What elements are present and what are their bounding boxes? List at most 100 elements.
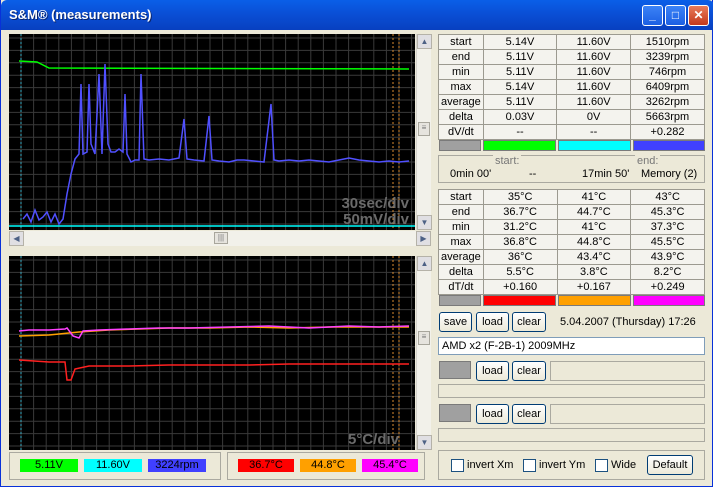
voltage-stats-table: start 5.14V 11.60V 1510rpm end 5.11V 11.60V 323…	[438, 34, 706, 140]
voltage-cell: 5.14V	[482, 34, 558, 50]
temperature-chart: 5°C/div	[9, 256, 415, 450]
options-panel: invert Xm invert Ym Wide Default	[438, 450, 705, 480]
scroll-down-icon[interactable]: ▼	[417, 435, 432, 450]
clear-button[interactable]: clear	[512, 312, 546, 332]
voltage-cell: 5.11V	[482, 49, 558, 65]
bottom-chart-vscroll[interactable]: ▲ ≡ ▼	[416, 256, 432, 450]
time-scale-label: 30sec/div	[341, 195, 409, 212]
temperature-cell: 36.8°C	[482, 234, 558, 250]
voltage-legend: 5.11V 11.60V 3224rpm	[9, 452, 221, 480]
legend-5v: 5.11V	[20, 459, 78, 472]
maximize-button[interactable]: □	[665, 5, 686, 26]
voltage-row-label: end	[438, 49, 484, 65]
voltage-cell: --	[482, 124, 558, 140]
end-label: end:	[635, 155, 661, 167]
scroll-right-icon[interactable]: ▶	[416, 231, 431, 246]
slot1-load-button[interactable]: load	[476, 361, 509, 381]
temperature-cell: 41°C	[556, 189, 632, 205]
save-button[interactable]: save	[439, 312, 472, 332]
close-button[interactable]: ✕	[688, 5, 709, 26]
temperature-row-label: delta	[438, 264, 484, 280]
slot2-info-bar	[438, 428, 705, 442]
temperature-cell: +0.167	[556, 279, 632, 295]
voltage-cell: 5663rpm	[629, 109, 706, 125]
temperature-cell: 36°C	[482, 249, 558, 265]
end-extra: Memory (2)	[641, 168, 698, 180]
scroll-up-icon[interactable]: ▲	[417, 256, 432, 271]
temperature-cell: 45.5°C	[630, 234, 705, 250]
voltage-cell: 6409rpm	[629, 79, 706, 95]
start-extra: --	[529, 168, 537, 180]
temp_table-color-swatch[interactable]	[633, 295, 705, 306]
temperature-scale-label: 5°C/div	[348, 431, 400, 448]
temp_table-color-swatch[interactable]	[439, 295, 481, 306]
temperature-row-label: average	[438, 249, 484, 265]
vscroll-thumb[interactable]: ≡	[418, 331, 430, 345]
temp_table-color-swatch[interactable]	[558, 295, 631, 306]
temperature-row-max: max 36.8°C 44.8°C 45.5°C	[438, 234, 705, 250]
volt_table-color-swatch[interactable]	[483, 140, 556, 151]
temperature-cell: 45.3°C	[630, 204, 705, 220]
start-time: 0min 00'	[450, 168, 492, 180]
load-button[interactable]: load	[476, 312, 509, 332]
main-window: S&M® (measurements) _ □ ✕ 30sec/div 50mV…	[0, 0, 713, 487]
voltage-row-min: min 5.11V 11.60V 746rpm	[438, 64, 706, 80]
wide-label: Wide	[611, 459, 637, 471]
temperature-row-start: start 35°C 41°C 43°C	[438, 189, 705, 205]
volt_table-color-swatch[interactable]	[439, 140, 481, 151]
default-button[interactable]: Default	[647, 455, 693, 475]
temperature-cell: +0.160	[482, 279, 558, 295]
temperature-cell: 37.3°C	[630, 219, 705, 235]
invert-ym-checkbox[interactable]	[523, 459, 536, 472]
temperature-stats-table: start 35°C 41°C 43°C end 36.7°C 44.7°C 45.3°C mi…	[438, 189, 705, 295]
voltage-cell: 11.60V	[556, 79, 631, 95]
scroll-down-icon[interactable]: ▼	[417, 215, 432, 230]
slot1-info-panel	[550, 361, 705, 381]
time-info-panel: start: end: 0min 00' -- 17min 50' Memory…	[438, 155, 705, 183]
voltage-cell: 746rpm	[629, 64, 706, 80]
time-hscroll[interactable]: ◀ ||| ▶	[9, 231, 431, 246]
volt_table-color-swatch[interactable]	[558, 140, 631, 151]
voltage-cell: 5.11V	[482, 94, 558, 110]
temperature-row-label: start	[438, 189, 484, 205]
temperature-cell: 5.5°C	[482, 264, 558, 280]
voltage-row-label: dV/dt	[438, 124, 484, 140]
voltage-cell: 5.11V	[482, 64, 558, 80]
cpu-info-field[interactable]: AMD x2 (F-2B-1) 2009MHz	[438, 337, 705, 355]
voltage-cell: 1510rpm	[629, 34, 706, 50]
hscroll-thumb[interactable]: |||	[214, 232, 228, 244]
legend-temp1: 36.7°C	[238, 459, 294, 472]
voltage-row-delta: delta 0.03V 0V 5663rpm	[438, 109, 706, 125]
legend-temp2: 44.8°C	[300, 459, 356, 472]
scroll-up-icon[interactable]: ▲	[417, 34, 432, 49]
minimize-button[interactable]: _	[642, 5, 663, 26]
temperature-cell: 36.7°C	[482, 204, 558, 220]
temperature-row-dtdt: dT/dt +0.160 +0.167 +0.249	[438, 279, 705, 295]
series-temp1-line	[18, 359, 409, 381]
temp_table-color-swatch[interactable]	[483, 295, 556, 306]
wide-checkbox[interactable]	[595, 459, 608, 472]
voltage-row-label: average	[438, 94, 484, 110]
temperature-cell: 35°C	[482, 189, 558, 205]
slot2-clear-button[interactable]: clear	[512, 404, 546, 424]
temperature-row-label: min	[438, 219, 484, 235]
vscroll-thumb[interactable]: ≡	[418, 122, 430, 136]
voltage-chart-svg: 30sec/div 50mV/div	[9, 34, 415, 230]
voltage-cell: 0.03V	[482, 109, 558, 125]
temperature-grid	[9, 256, 415, 450]
voltage-chart: 30sec/div 50mV/div	[9, 34, 415, 230]
slot2-load-button[interactable]: load	[476, 404, 509, 424]
temperature-row-min: min 31.2°C 41°C 37.3°C	[438, 219, 705, 235]
slot2-color	[439, 404, 471, 422]
start-label: start:	[493, 155, 522, 167]
scroll-left-icon[interactable]: ◀	[9, 231, 24, 246]
series-5v-line	[18, 60, 410, 70]
voltage-row-dvdt: dV/dt -- -- +0.282	[438, 124, 706, 140]
invert-xm-checkbox[interactable]	[451, 459, 464, 472]
voltage-row-label: max	[438, 79, 484, 95]
slot1-clear-button[interactable]: clear	[512, 361, 546, 381]
volt_table-color-swatch[interactable]	[633, 140, 705, 151]
legend-rpm: 3224rpm	[148, 459, 206, 472]
top-chart-vscroll[interactable]: ▲ ≡ ▼	[416, 34, 432, 230]
temperature-cell: +0.249	[630, 279, 705, 295]
